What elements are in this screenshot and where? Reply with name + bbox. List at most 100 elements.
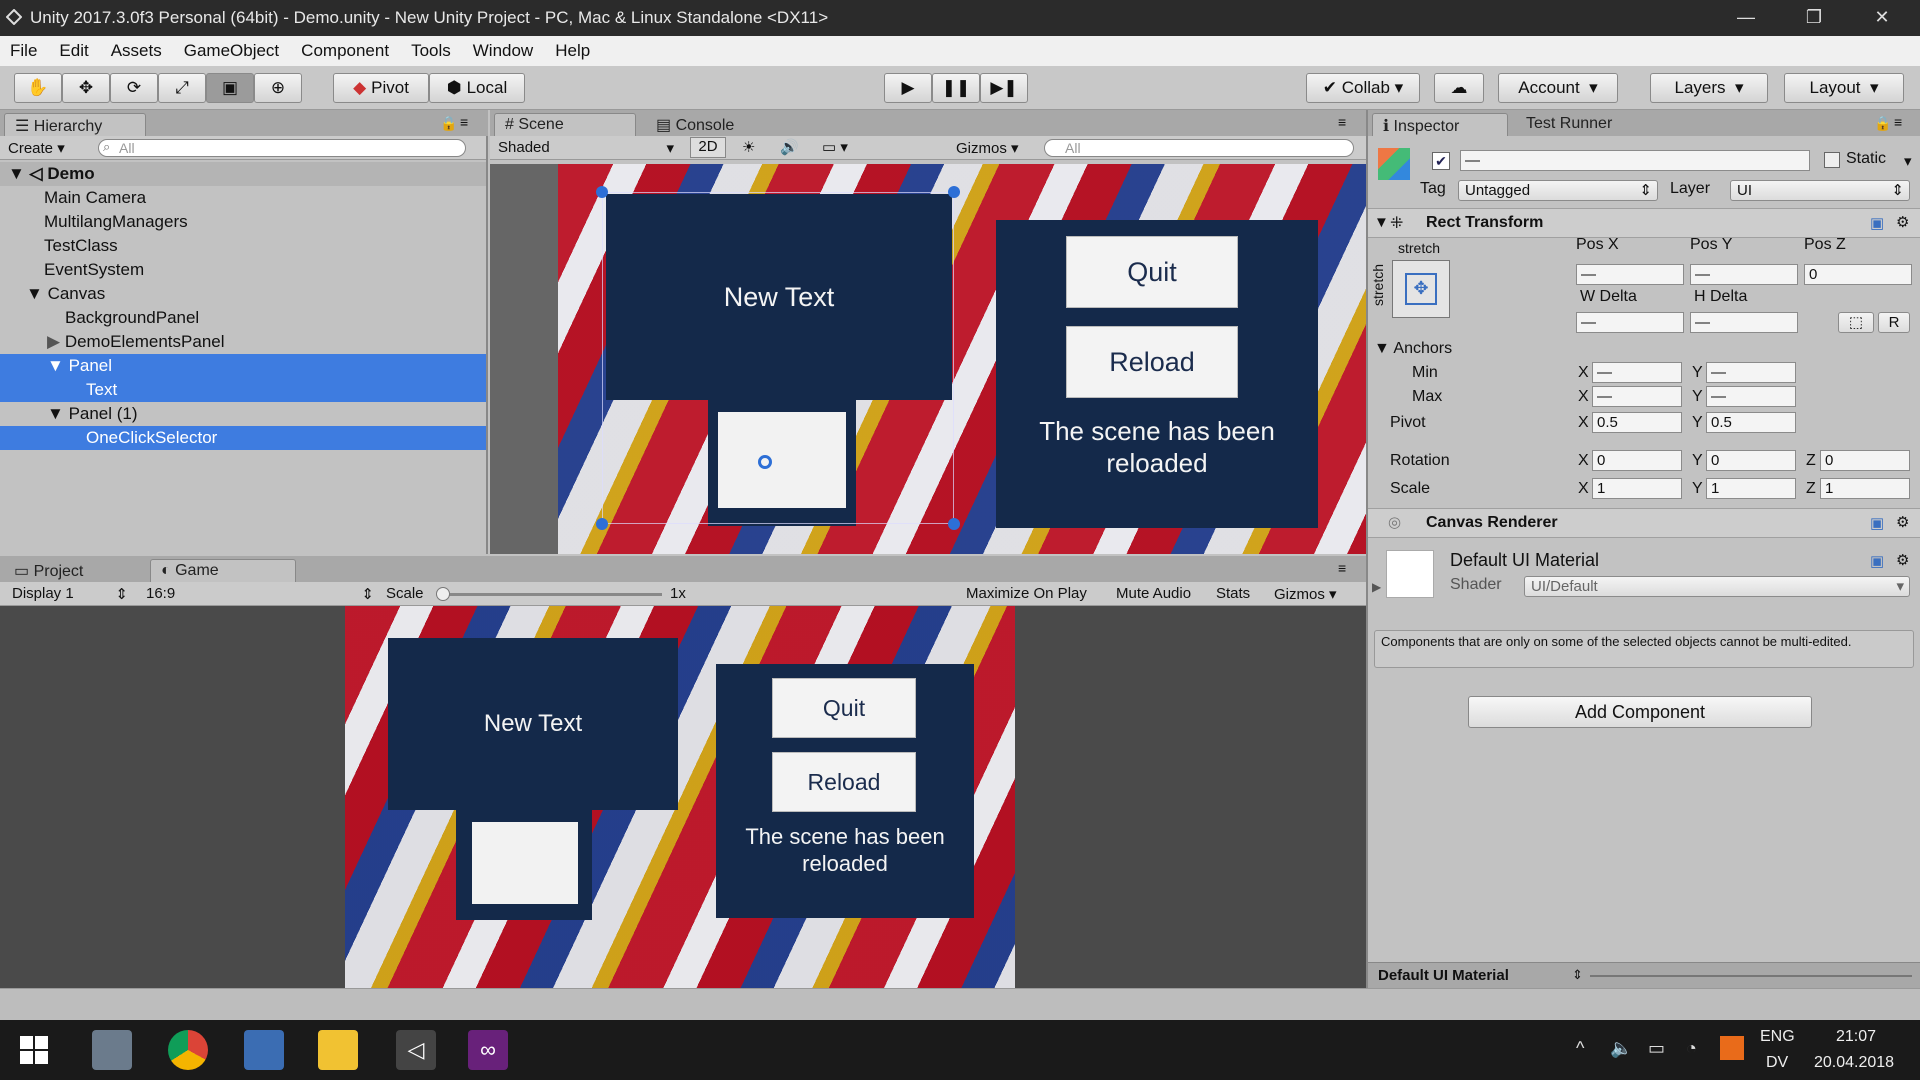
visual-studio-icon[interactable]: ∞ (468, 1030, 508, 1070)
anchors-foldout[interactable]: ▼ Anchors (1374, 340, 1452, 358)
scale-tool-icon[interactable]: ⤢ (158, 73, 206, 103)
scale-slider-handle[interactable] (436, 587, 450, 601)
help-icon[interactable]: ▣ (1870, 514, 1884, 532)
shader-dropdown[interactable]: UI/Default ▾ (1524, 576, 1910, 597)
tab-hierarchy[interactable]: ☰ Hierarchy (4, 113, 146, 136)
account-dropdown[interactable]: Account ▾ (1498, 73, 1618, 103)
audio-icon[interactable]: 🔊 (780, 138, 799, 156)
scale-x-field[interactable]: 1 (1592, 478, 1682, 499)
settings-gear-icon[interactable]: ⚙ (1896, 213, 1909, 231)
list-item[interactable]: EventSystem (0, 258, 486, 282)
language-secondary[interactable]: DV (1766, 1054, 1788, 1072)
rect-transform-header[interactable]: ▼ ⁜ Rect Transform ▣ ⚙ (1368, 208, 1920, 238)
tab-test-runner[interactable]: Test Runner (1516, 113, 1656, 136)
transform-tool-icon[interactable]: ⊕ (254, 73, 302, 103)
step-button[interactable]: ▶❚ (980, 73, 1028, 103)
game-quit-button[interactable]: Quit (772, 678, 916, 738)
tray-chevron-icon[interactable]: ^ (1576, 1038, 1584, 1059)
maximize-on-play-toggle[interactable]: Maximize On Play (966, 585, 1087, 602)
paint-icon[interactable] (244, 1030, 284, 1070)
collapsed-arrow-icon[interactable]: ▶ (47, 332, 60, 351)
game-selector-box[interactable] (472, 822, 578, 904)
language-primary[interactable]: ENG (1760, 1028, 1795, 1046)
mute-audio-toggle[interactable]: Mute Audio (1116, 585, 1191, 602)
list-item[interactable]: TestClass (0, 234, 486, 258)
scale-y-field[interactable]: 1 (1706, 478, 1796, 499)
menu-component[interactable]: Component (301, 41, 389, 61)
preview-dropdown-icon[interactable]: ⇕ (1572, 967, 1583, 983)
wifi-icon[interactable]: ◔ (1686, 1038, 1697, 1059)
file-explorer-icon[interactable] (318, 1030, 358, 1070)
rect-handle-icon[interactable] (948, 186, 960, 198)
pos-z-field[interactable]: 0 (1804, 264, 1912, 285)
panel-menu-icon[interactable]: ≡ (1894, 114, 1902, 130)
scene-search-input[interactable]: All (1044, 139, 1354, 157)
pivot-y-field[interactable]: 0.5 (1706, 412, 1796, 433)
start-icon[interactable] (20, 1036, 48, 1064)
panel-menu-icon[interactable]: ≡ (1338, 114, 1346, 130)
collapse-arrow-icon[interactable]: ▼ (1374, 214, 1389, 231)
rect-handle-icon[interactable] (596, 518, 608, 530)
list-item[interactable]: MultilangManagers (0, 210, 486, 234)
pivot-button[interactable]: ◆ Pivot (333, 73, 429, 103)
help-icon[interactable]: ▣ (1870, 214, 1884, 232)
menu-gameobject[interactable]: GameObject (184, 41, 279, 61)
create-dropdown[interactable]: Create ▾ (8, 139, 65, 157)
lock-icon[interactable]: 🔒 (440, 115, 457, 132)
anchor-presets-button[interactable]: ✥ (1392, 260, 1450, 318)
tab-scene[interactable]: # Scene (494, 113, 636, 136)
clock-time[interactable]: 21:07 (1836, 1028, 1876, 1046)
shading-dropdown[interactable]: Shaded ▾ (498, 139, 674, 157)
blueprint-mode-icon[interactable]: ⬚ (1838, 312, 1874, 333)
anchor-min-y-field[interactable]: — (1706, 362, 1796, 383)
maximize-button[interactable]: ❐ (1780, 0, 1848, 36)
minimize-button[interactable]: — (1712, 0, 1780, 36)
cloud-icon[interactable]: ☁ (1434, 73, 1484, 103)
list-item[interactable]: ▼ Canvas (0, 282, 486, 306)
static-dropdown-icon[interactable]: ▾ (1904, 152, 1912, 170)
panel-menu-icon[interactable]: ≡ (1338, 560, 1346, 576)
effects-icon[interactable]: ▭ ▾ (822, 138, 848, 156)
move-tool-icon[interactable]: ✥ (62, 73, 110, 103)
pivot-x-field[interactable]: 0.5 (1592, 412, 1682, 433)
object-name-field[interactable]: — (1460, 150, 1810, 171)
app-icon[interactable] (92, 1030, 132, 1070)
pos-x-field[interactable]: — (1576, 264, 1684, 285)
list-item[interactable]: OneClickSelector (0, 426, 486, 450)
add-component-button[interactable]: Add Component (1468, 696, 1812, 728)
scale-z-field[interactable]: 1 (1820, 478, 1910, 499)
scene-row[interactable]: ▼ ◁ Demo (0, 162, 486, 186)
tag-dropdown[interactable]: Untagged ⇕ (1458, 180, 1658, 201)
volume-icon[interactable]: 🔈 (1610, 1038, 1632, 1059)
menu-tools[interactable]: Tools (411, 41, 451, 61)
scene-gizmos-dropdown[interactable]: Gizmos ▾ (956, 139, 1019, 157)
rotation-z-field[interactable]: 0 (1820, 450, 1910, 471)
menu-window[interactable]: Window (473, 41, 533, 61)
help-icon[interactable]: ▣ (1870, 552, 1884, 570)
menu-assets[interactable]: Assets (111, 41, 162, 61)
tab-game[interactable]: ◐ Game (150, 559, 296, 582)
expand-arrow-icon[interactable]: ▼ (26, 284, 43, 303)
hierarchy-search-input[interactable]: All (98, 139, 466, 157)
display-dropdown[interactable]: Display 1 ⇕ (12, 585, 128, 603)
h-delta-field[interactable]: — (1690, 312, 1798, 333)
game-gizmos-dropdown[interactable]: Gizmos ▾ (1274, 585, 1337, 603)
scene-viewport[interactable]: New Text Quit Reload The scene has been … (490, 164, 1366, 554)
list-item[interactable]: Text (0, 378, 486, 402)
lock-icon[interactable]: 🔒 (1874, 115, 1891, 132)
hand-tool-icon[interactable]: ✋ (14, 73, 62, 103)
rect-tool-icon[interactable]: ▣ (206, 73, 254, 103)
tray-app-icon[interactable] (1720, 1036, 1744, 1060)
clock-date[interactable]: 20.04.2018 (1814, 1054, 1894, 1072)
list-item[interactable]: BackgroundPanel (0, 306, 486, 330)
tab-project[interactable]: ▭ Project (4, 559, 144, 582)
rect-handle-icon[interactable] (948, 518, 960, 530)
scale-slider[interactable] (442, 593, 662, 596)
anchor-max-y-field[interactable]: — (1706, 386, 1796, 407)
raw-edit-button[interactable]: R (1878, 312, 1910, 333)
local-button[interactable]: ⬢ Local (429, 73, 525, 103)
quit-button[interactable]: Quit (1066, 236, 1238, 308)
active-checkbox[interactable]: ✔ (1432, 152, 1450, 170)
chrome-icon[interactable] (168, 1030, 208, 1070)
layout-dropdown[interactable]: Layout ▾ (1784, 73, 1904, 103)
